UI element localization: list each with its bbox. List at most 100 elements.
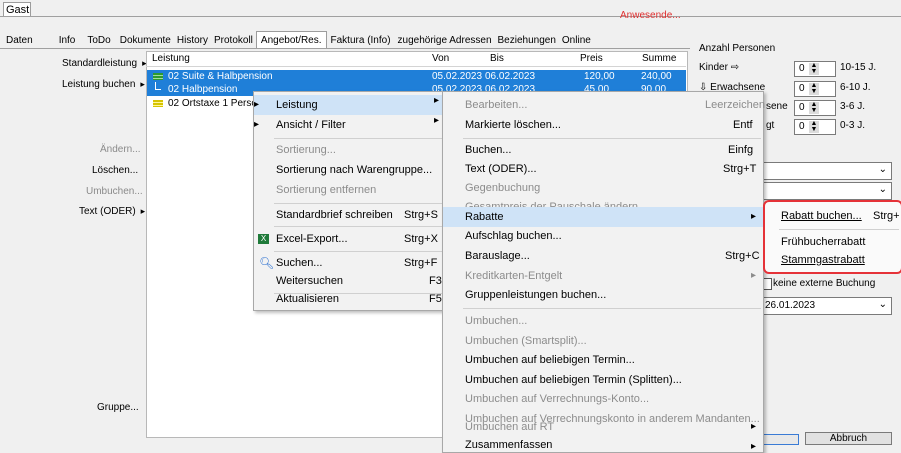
menu-item-sortierung-warengruppe[interactable]: Sortierung nach Warengruppe... [254,160,444,180]
tree-connector [155,82,161,90]
tab-daten[interactable]: Daten [0,34,39,48]
col-bis[interactable]: Bis [490,53,504,64]
cell-leistung: 02 Halbpension [168,84,238,95]
menu-item-umbuchen-verrechnungs-konto[interactable]: Umbuchen auf Verrechnungs-Konto... [443,389,763,409]
menu-item-barauslage[interactable]: Barauslage... Strg+C [443,246,763,266]
col-von[interactable]: Von [432,53,449,64]
tab-online[interactable]: Online [559,34,594,48]
tab-angebot-res[interactable]: Angebot/Res. [255,31,327,48]
menu-item-umbuchen-smartsplit[interactable]: Umbuchen (Smartsplit)... [443,331,763,351]
menu-separator [274,251,442,252]
senioren-label: sene [766,101,788,112]
menu-item-stammgastrabatt[interactable]: Stammgastrabatt [777,250,901,270]
menu-item-weitersuchen[interactable]: Weitersuchen F3 [254,271,444,291]
tab-faktura-info[interactable]: Faktura (Info) [327,34,395,48]
menu-item-aktualisieren[interactable]: Aktualisieren F5 [254,289,444,309]
anwesende-link[interactable]: Anwesende... [620,10,681,21]
keine-externe-buchung-label: keine externe Buchung [773,278,876,289]
menu-item-fruehbucherrabatt[interactable]: Frühbucherrabatt [777,232,901,252]
top-divider [0,16,901,17]
kinder-6-10-stepper[interactable]: 0 ▲ ▼ [794,81,836,97]
arrow-right-icon: ⇨ [730,62,740,73]
menu-item-standardbrief[interactable]: Standardbrief schreiben Strg+S [254,205,444,225]
cell-von: 05.02.2023 [432,71,483,82]
gt-label: gt [766,120,775,131]
tab-divider [0,48,690,49]
submenu-arrow-icon: ▸ [751,270,757,281]
gast-tab[interactable]: Gast [3,2,31,17]
age-range-label: 6-10 J. [840,82,871,93]
submenu-arrow-icon: ▸ [434,115,440,126]
tab-dokumente[interactable]: Dokumente [117,34,174,48]
tab-protokoll[interactable]: Protokoll [211,34,256,48]
cell-leistung: 02 Ortstaxe 1 Person [168,98,263,109]
submenu-arrow-icon: ▸ [434,95,440,106]
menu-item-rabatte[interactable]: Rabatte ▸ [443,207,763,227]
abbruch-button[interactable]: Abbruch [805,432,892,445]
chevron-down-icon: ⌄ [878,184,887,195]
anzahl-personen-label: Anzahl Personen [699,43,776,54]
kinder-0-3-stepper[interactable]: 0 ▲ ▼ [794,119,836,135]
chevron-down-icon: ⌄ [878,299,887,310]
ok-button[interactable] [760,434,799,445]
menu-separator [779,229,899,230]
text-oder-menu[interactable]: Text (ODER) [79,206,145,217]
date-picker[interactable]: 26.01.2023 ⌄ [760,297,892,315]
menu-item-gegenbuchung[interactable]: Gegenbuchung [443,178,763,198]
menu-item-zusammenfassen[interactable]: Zusammenfassen ▸ [443,437,763,449]
aendern-button[interactable]: Ändern... [100,144,141,155]
grid-header: Leistung Von Bis Preis Summe [146,51,686,67]
kinder-3-6-stepper[interactable]: 0 ▲ ▼ [794,100,836,116]
menu-item-rabatt-buchen[interactable]: Rabatt buchen... Strg+ [777,206,901,226]
menu-item-sortierung[interactable]: Sortierung... [254,140,444,160]
combo-1[interactable]: ⌄ [760,162,892,180]
col-leistung[interactable]: Leistung [152,53,190,64]
tab-beziehungen[interactable]: Beziehungen [495,34,559,48]
col-preis[interactable]: Preis [580,53,603,64]
menu-item-markierte-loeschen[interactable]: Markierte löschen... Entf [443,115,763,135]
age-range-label: 3-6 J. [840,101,866,112]
table-row[interactable]: 02 Suite & Halbpension 05.02.2023 06.02.… [147,70,686,83]
menu-item-aufschlag-buchen[interactable]: Aufschlag buchen... [443,226,763,246]
menu-separator [463,308,761,309]
menu-item-buchen[interactable]: Buchen... Einfg [443,140,763,160]
menu-item-gruppenleistungen-buchen[interactable]: Gruppenleistungen buchen... [443,285,763,305]
menu-item-bearbeiten[interactable]: Bearbeiten... Leerzeichen [443,95,765,115]
tab-bar: Daten Info ToDo Dokumente History Protok… [0,31,594,48]
menu-item-umbuchen-termin-splitten[interactable]: Umbuchen auf beliebigen Termin (Splitten… [443,370,763,390]
gruppe-button[interactable]: Gruppe... [97,402,139,413]
green-status-icon [153,73,163,80]
cell-leistung: 02 Suite & Halbpension [168,71,273,82]
date-value: 26.01.2023 [765,300,816,311]
menu-item-text-oder[interactable]: Text (ODER)... Strg+T [443,159,763,179]
leistung-submenu: Bearbeiten... Leerzeichen Markierte lösch… [442,91,765,453]
submenu-arrow-icon: ▸ [751,441,757,449]
menu-item-umbuchen-beliebigen-termin[interactable]: Umbuchen auf beliebigen Termin... [443,350,763,370]
col-summe[interactable]: Summe [642,53,676,64]
umbuchen-button[interactable]: Umbuchen... [86,186,143,197]
kinder-10-15-stepper[interactable]: 0 ▲ ▼ [794,61,836,77]
menu-item-umbuchen-auf-rt[interactable]: Umbuchen auf RT ▸ [443,417,763,437]
menu-item-kreditkarten-entgelt[interactable]: Kreditkarten-Entgelt ▸ [443,266,763,286]
menu-item-ansicht-filter[interactable]: Ansicht / Filter [254,115,444,135]
menu-item-sortierung-entfernen[interactable]: Sortierung entfernen [254,180,444,200]
menu-item-suchen[interactable]: 🔍︎ Suchen... Strg+F [254,253,444,273]
tab-todo[interactable]: ToDo [81,34,116,48]
menu-separator [463,138,761,139]
leistung-buchen-menu[interactable]: Leistung buchen [62,79,145,90]
menu-item-leistung[interactable]: Leistung [254,95,444,115]
cell-preis: 120,00 [584,71,615,82]
tab-info[interactable]: Info [53,34,82,48]
menu-separator [274,226,442,227]
cell-summe: 240,00 [641,71,672,82]
combo-2[interactable]: ⌄ [760,182,892,200]
tab-zugehoerige-adressen[interactable]: zugehörige Adressen [395,34,495,48]
age-range-label: 0-3 J. [840,120,866,131]
standardleistung-menu[interactable]: Standardleistung [62,58,147,69]
menu-item-umbuchen[interactable]: Umbuchen... [443,311,763,331]
menu-item-excel-export[interactable]: X Excel-Export... Strg+X [254,229,444,249]
loeschen-button[interactable]: Löschen... [92,165,138,176]
search-icon: 🔍︎ [259,256,275,270]
tab-history[interactable]: History [174,34,211,48]
rabatte-submenu: Rabatt buchen... Strg+ Frühbucherrabatt S… [763,200,901,274]
